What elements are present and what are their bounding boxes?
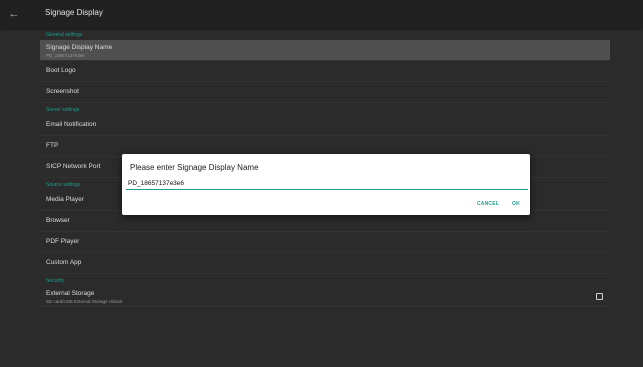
section-header-security: Security <box>46 278 65 284</box>
setting-custom-app[interactable]: Custom App <box>40 253 610 274</box>
setting-title: Media Player <box>46 196 84 203</box>
setting-summary: SD card/USB External Storage Unlock <box>46 299 123 304</box>
setting-title: Browser <box>46 217 70 224</box>
setting-email-notification[interactable]: Email Notification <box>40 115 610 136</box>
setting-title: Custom App <box>46 259 82 266</box>
section-header-general: General settings <box>46 32 83 38</box>
setting-boot-logo[interactable]: Boot Logo <box>40 61 610 82</box>
setting-title: Email Notification <box>46 121 97 128</box>
setting-title: Screenshot <box>46 88 79 95</box>
setting-title: Signage Display Name <box>46 44 113 51</box>
rename-dialog: Please enter Signage Display Name CANCEL… <box>122 154 530 215</box>
cancel-button[interactable]: CANCEL <box>477 201 499 207</box>
setting-pdf-player[interactable]: PDF Player <box>40 232 610 253</box>
ok-button[interactable]: OK <box>512 201 520 207</box>
arrow-left-icon[interactable]: ← <box>7 7 21 21</box>
app-bar: ← Signage Display <box>0 0 643 28</box>
section-header-server: Server settings <box>46 107 80 113</box>
setting-summary: PD_18657137e3e6 <box>46 53 85 58</box>
setting-title: PDF Player <box>46 238 80 245</box>
dialog-title: Please enter Signage Display Name <box>130 163 259 172</box>
setting-title: FTP <box>46 142 59 149</box>
setting-external-storage[interactable]: External Storage SD card/USB External St… <box>40 286 610 307</box>
signage-display-name-input[interactable] <box>126 178 528 188</box>
setting-title: External Storage <box>46 290 95 297</box>
input-underline <box>126 189 528 190</box>
page-title: Signage Display <box>45 8 103 17</box>
setting-title: SICP Network Port <box>46 163 101 170</box>
setting-signage-display-name[interactable]: Signage Display Name PD_18657137e3e6 <box>40 40 610 61</box>
external-storage-checkbox[interactable] <box>596 293 603 300</box>
setting-screenshot[interactable]: Screenshot <box>40 82 610 103</box>
setting-title: Boot Logo <box>46 67 76 74</box>
